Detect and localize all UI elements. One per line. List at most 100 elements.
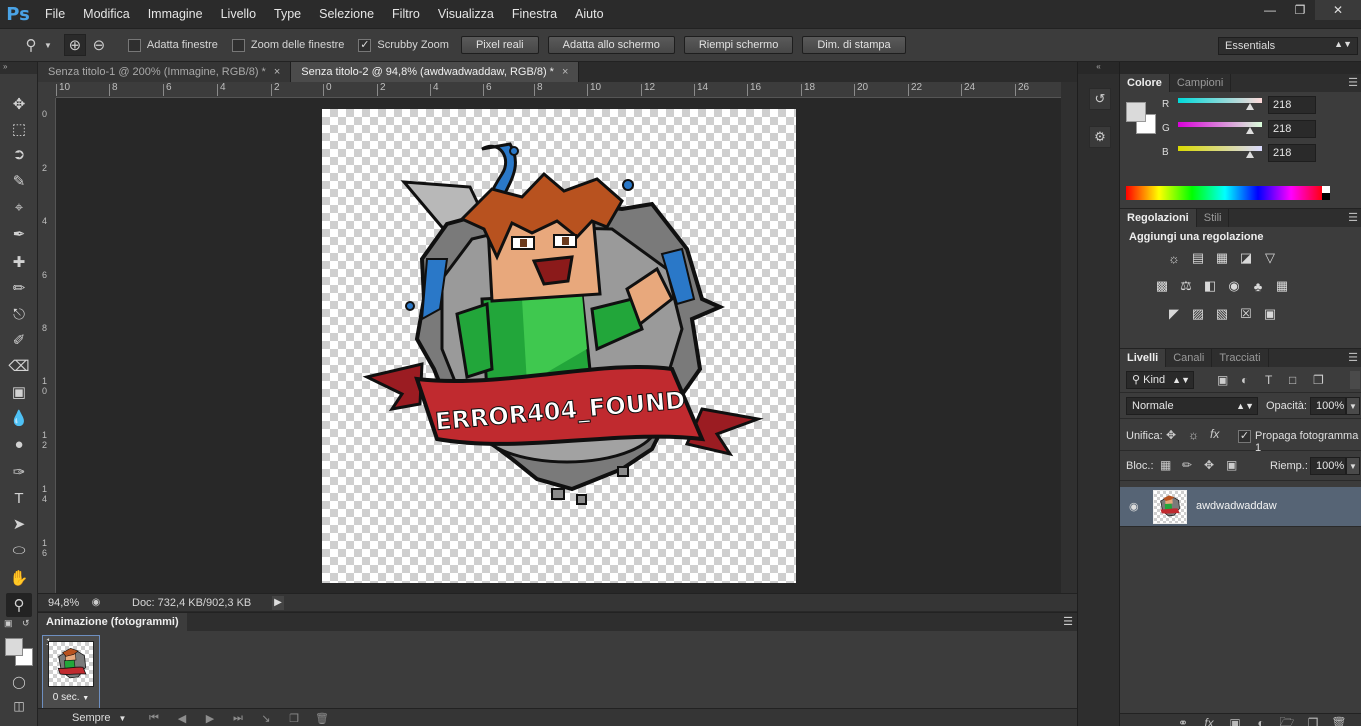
tab-livelli[interactable]: Livelli — [1120, 349, 1167, 367]
document-canvas[interactable]: ERROR404_FOUND — [322, 109, 796, 583]
gradient-tool-icon[interactable]: ▣ — [6, 380, 32, 404]
tab-colore[interactable]: Colore — [1120, 74, 1170, 92]
dim-stampa-button[interactable]: Dim. di stampa — [802, 36, 906, 54]
panel-menu-icon[interactable]: ☰ — [1348, 351, 1358, 364]
brush-tool-icon[interactable]: ✏ — [6, 276, 32, 300]
pixel-layer-filter-icon[interactable]: ▣ — [1217, 373, 1228, 387]
tab-regolazioni[interactable]: Regolazioni — [1120, 209, 1197, 227]
swap-colors-icon[interactable]: ↺ — [22, 618, 30, 629]
zoom-finestre-option[interactable]: Zoom delle finestre — [231, 38, 344, 52]
history-brush-tool-icon[interactable]: ✐ — [6, 328, 32, 352]
tab-stili[interactable]: Stili — [1197, 209, 1230, 227]
filter-toggle[interactable] — [1350, 371, 1360, 389]
curves-icon[interactable]: ▦ — [1213, 249, 1231, 267]
healing-brush-tool-icon[interactable]: ✚ — [6, 250, 32, 274]
black-white-icon[interactable]: ◧ — [1201, 277, 1219, 295]
gradient-map-icon[interactable]: ▣ — [1261, 305, 1279, 323]
document-info-icon[interactable]: ◉ — [88, 596, 104, 610]
fill-dropdown-icon[interactable]: ▼ — [1346, 457, 1360, 475]
panel-menu-icon[interactable]: ☰ — [1348, 76, 1358, 89]
crop-tool-icon[interactable]: ⌖ — [6, 195, 32, 219]
menu-visualizza[interactable]: Visualizza — [429, 0, 503, 28]
properties-panel-icon[interactable]: ⚙ — [1089, 126, 1111, 148]
blend-mode-select[interactable]: Normale ▲▼ — [1126, 397, 1258, 415]
tab-senza-titolo-1[interactable]: Senza titolo-1 @ 200% (Immagine, RGB/8) … — [38, 62, 292, 82]
color-lookup-icon[interactable]: ▦ — [1273, 277, 1291, 295]
ruler-origin[interactable] — [38, 82, 56, 98]
previous-frame-icon[interactable]: ◀ — [168, 712, 196, 725]
quick-mask-icon[interactable]: ◯ — [6, 670, 32, 694]
chevron-down-icon[interactable]: ▼ — [44, 41, 52, 50]
invert-icon[interactable]: ◤ — [1165, 305, 1183, 323]
close-icon[interactable]: ✕ — [1315, 0, 1361, 20]
lasso-tool-icon[interactable]: ➲ — [6, 142, 32, 166]
status-menu-icon[interactable]: ▶ — [272, 595, 284, 610]
shape-layer-filter-icon[interactable]: □ — [1289, 373, 1296, 387]
zoom-out-icon[interactable]: ⊖ — [88, 34, 110, 56]
layer-mask-icon[interactable]: ▣ — [1222, 716, 1248, 726]
menu-finestra[interactable]: Finestra — [503, 0, 566, 28]
screen-mode-icon[interactable]: ◫ — [6, 694, 32, 718]
horizontal-ruler[interactable]: 10 8 6 4 2 0 2 4 6 8 10 12 14 16 18 20 2… — [56, 82, 1061, 98]
collapse-toolbar-icon[interactable]: » — [0, 62, 37, 74]
expand-dock-icon[interactable]: « — [1078, 62, 1119, 74]
panel-menu-icon[interactable]: ☰ — [1063, 615, 1073, 628]
next-frame-icon[interactable]: ⏭ — [224, 712, 252, 725]
unify-visibility-icon[interactable]: ☼ — [1188, 428, 1199, 442]
workspace-select[interactable]: Essentials ▲▼ — [1218, 37, 1358, 55]
play-icon[interactable]: ▶ — [196, 712, 224, 725]
red-value[interactable]: 218 — [1268, 96, 1316, 114]
animation-frame[interactable]: 1 0 sec. ▼ — [42, 635, 100, 709]
menu-aiuto[interactable]: Aiuto — [566, 0, 613, 28]
lock-all-icon[interactable]: ▣ — [1226, 458, 1237, 472]
type-tool-icon[interactable]: T — [6, 486, 32, 510]
menu-modifica[interactable]: Modifica — [74, 0, 139, 28]
lock-position-icon[interactable]: ✥ — [1204, 458, 1214, 472]
opacity-input[interactable]: 100% — [1310, 397, 1346, 415]
adatta-schermo-button[interactable]: Adatta allo schermo — [547, 36, 675, 54]
eye-icon[interactable]: ◉ — [1129, 500, 1139, 513]
menu-type[interactable]: Type — [265, 0, 310, 28]
levels-icon[interactable]: ▤ — [1189, 249, 1207, 267]
collapse-panels-icon[interactable] — [1120, 62, 1361, 74]
close-tab-icon[interactable]: × — [562, 66, 568, 78]
red-slider-thumb[interactable] — [1245, 103, 1254, 110]
menu-file[interactable]: File — [36, 0, 74, 28]
foreground-color-swatch[interactable] — [5, 638, 23, 656]
delete-layer-icon[interactable]: 🗑 — [1326, 716, 1352, 726]
vibrance-icon[interactable]: ▽ — [1261, 249, 1279, 267]
first-frame-icon[interactable]: ⏮ — [140, 712, 168, 725]
tab-animazione[interactable]: Animazione (fotogrammi) — [38, 613, 187, 631]
unify-position-icon[interactable]: ✥ — [1166, 428, 1176, 442]
opacity-dropdown-icon[interactable]: ▼ — [1346, 397, 1360, 415]
close-tab-icon[interactable]: × — [274, 66, 280, 78]
propagate-checkbox[interactable]: ✓ — [1238, 430, 1251, 443]
color-spectrum[interactable] — [1126, 186, 1330, 200]
unify-style-icon[interactable]: fx — [1210, 427, 1219, 441]
zoom-finestre-checkbox[interactable] — [231, 38, 245, 52]
adjustment-layer-icon[interactable]: ◐ — [1248, 716, 1274, 726]
foreground-color-swatch[interactable] — [1126, 102, 1146, 122]
adatta-finestre-checkbox[interactable] — [127, 38, 141, 52]
eyedropper-tool-icon[interactable]: ✒ — [6, 222, 32, 246]
lock-transparent-icon[interactable]: ▦ — [1160, 458, 1171, 472]
duplicate-frame-icon[interactable]: ❐ — [280, 712, 308, 725]
panel-menu-icon[interactable]: ☰ — [1348, 211, 1358, 224]
minimize-icon[interactable]: — — [1255, 0, 1285, 20]
adjustment-layer-filter-icon[interactable]: ◐ — [1241, 373, 1248, 387]
menu-selezione[interactable]: Selezione — [310, 0, 383, 28]
dodge-tool-icon[interactable]: ● — [6, 432, 32, 456]
fill-input[interactable]: 100% — [1310, 457, 1346, 475]
history-panel-icon[interactable]: ↺ — [1089, 88, 1111, 110]
vertical-ruler[interactable]: 0 2 4 6 8 10 12 14 16 — [38, 98, 56, 593]
quick-selection-tool-icon[interactable]: ✎ — [6, 169, 32, 193]
photo-filter-icon[interactable]: ◉ — [1225, 277, 1243, 295]
marquee-tool-icon[interactable]: ⬚ — [6, 117, 32, 141]
channel-mixer-icon[interactable]: ♣ — [1249, 277, 1267, 295]
selective-color-icon[interactable]: ☒ — [1237, 305, 1255, 323]
move-tool-icon[interactable]: ✥ — [6, 92, 32, 116]
posterize-icon[interactable]: ▨ — [1189, 305, 1207, 323]
delete-frame-icon[interactable]: 🗑 — [308, 712, 336, 725]
tab-canali[interactable]: Canali — [1166, 349, 1213, 367]
canvas-area[interactable]: ERROR404_FOUND — [56, 98, 1061, 593]
